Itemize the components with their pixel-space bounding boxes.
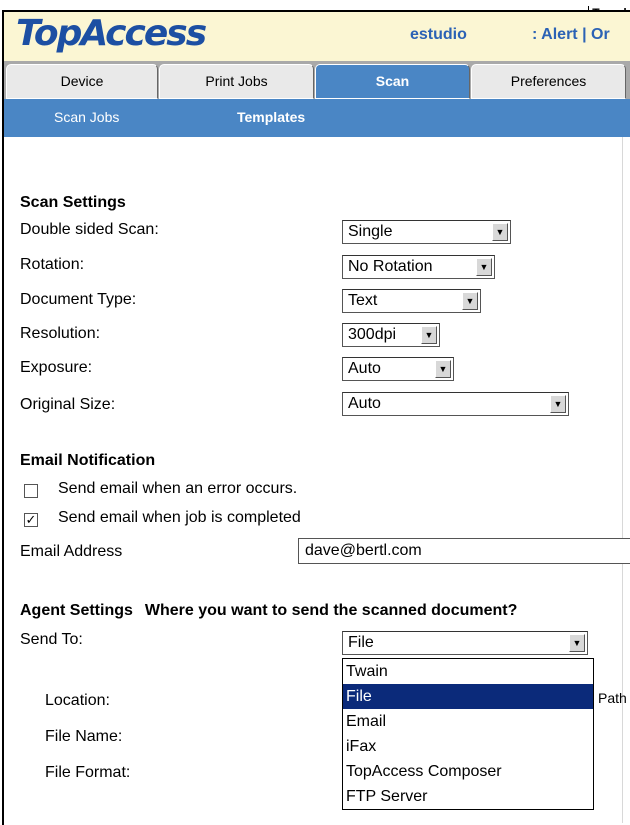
subnav-scan-jobs[interactable]: Scan Jobs [54,109,119,125]
tab-preferences[interactable]: Preferences [471,64,626,99]
tab-scan[interactable]: Scan [315,64,470,99]
file-format-label: File Format: [45,764,131,781]
header: TopAccess estudio : Alert | Or [4,12,630,61]
main-tabs: Device Print Jobs Scan Preferences [4,61,630,99]
email-address-field[interactable]: dave@bertl.com [298,538,630,564]
chevron-down-icon: ▼ [569,634,585,652]
document-type-label: Document Type: [20,291,137,308]
path-label: Path [598,690,627,706]
chevron-down-icon: ▼ [476,258,492,276]
double-sided-label: Double sided Scan: [20,221,159,238]
tab-device[interactable]: Device [6,64,158,99]
chevron-down-icon: ▼ [435,360,451,378]
error-email-label: Send email when an error occurs. [58,480,298,497]
location-label: Location: [45,692,110,709]
resolution-select[interactable]: 300dpi ▼ [342,323,440,347]
error-email-checkbox[interactable] [24,484,38,498]
option-email[interactable]: Email [343,709,593,734]
email-address-label: Email Address [20,543,123,560]
device-model: estudio [410,26,467,43]
completed-email-checkbox[interactable]: ✓ [24,513,38,527]
agent-question: Where you want to send the scanned docum… [144,602,518,619]
chevron-down-icon: ▼ [462,292,478,310]
option-twain[interactable]: Twain [343,659,593,684]
send-to-select[interactable]: File ▼ [342,631,588,655]
chevron-down-icon: ▼ [550,395,566,413]
option-ifax[interactable]: iFax [343,734,593,759]
agent-settings-heading: Agent Settings Where you want to send the… [20,602,518,619]
exposure-select[interactable]: Auto ▼ [342,357,454,381]
option-topaccess-composer[interactable]: TopAccess Composer [343,759,593,784]
email-notification-heading: Email Notification [20,452,156,469]
double-sided-select[interactable]: Single ▼ [342,220,511,244]
file-name-label: File Name: [45,728,123,745]
rotation-label: Rotation: [20,256,85,273]
tab-print-jobs[interactable]: Print Jobs [159,64,314,99]
topaccess-logo: TopAccess [16,13,207,54]
exposure-label: Exposure: [20,359,93,376]
sub-navigation: Scan Jobs Templates [4,99,630,137]
original-size-label: Original Size: [20,396,116,413]
send-to-dropdown-list: Twain File Email iFax TopAccess Composer… [342,658,594,810]
original-size-select[interactable]: Auto ▼ [342,392,569,416]
chevron-down-icon: ▼ [421,326,437,344]
subnav-templates[interactable]: Templates [237,109,305,125]
option-file[interactable]: File [343,684,593,709]
chevron-down-icon: ▼ [492,223,508,241]
rotation-select[interactable]: No Rotation ▼ [342,255,495,279]
completed-email-label: Send email when job is completed [58,509,301,526]
send-to-label: Send To: [20,631,83,648]
option-ftp-server[interactable]: FTP Server [343,784,593,809]
resolution-label: Resolution: [20,325,101,342]
document-type-select[interactable]: Text ▼ [342,289,481,313]
scan-settings-heading: Scan Settings [20,194,126,211]
content-divider [622,137,623,823]
alert-links[interactable]: : Alert | Or [532,26,610,44]
